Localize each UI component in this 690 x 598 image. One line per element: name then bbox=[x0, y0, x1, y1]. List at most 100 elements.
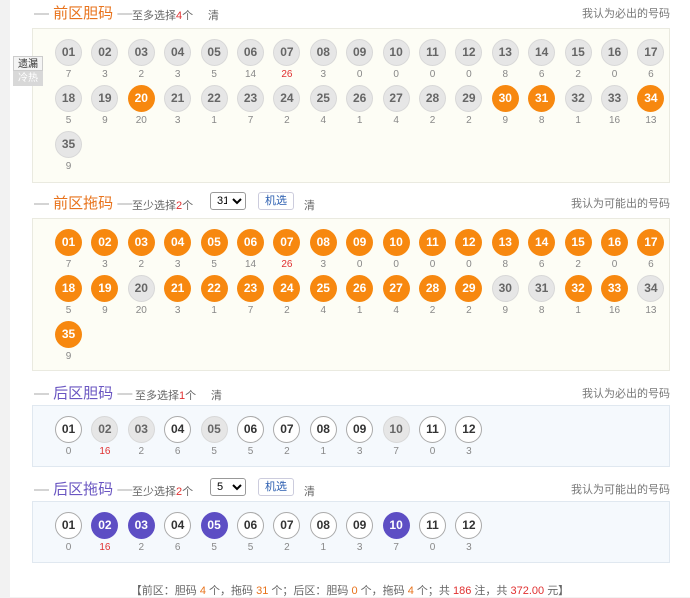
ball-fd-30[interactable]: 30 bbox=[491, 85, 519, 112]
ball-ft-35[interactable]: 35 bbox=[55, 321, 82, 348]
ball-bd-07[interactable]: 07 bbox=[273, 416, 301, 443]
ball-fd-12[interactable]: 12 bbox=[455, 39, 483, 66]
ball-ft-01[interactable]: 01 bbox=[55, 229, 82, 256]
tab-hot-cold[interactable]: 冷热 bbox=[13, 71, 43, 86]
ball-ft-10[interactable]: 10 bbox=[382, 229, 410, 256]
ball-ft-26[interactable]: 26 bbox=[346, 275, 374, 302]
ball-fd-31[interactable]: 31 bbox=[528, 85, 556, 112]
ball-ft-12[interactable]: 12 bbox=[455, 229, 483, 256]
ball-ft-21[interactable]: 21 bbox=[164, 275, 192, 302]
ball-fd-02[interactable]: 02 bbox=[91, 39, 119, 66]
ball-bd-05[interactable]: 05 bbox=[200, 416, 228, 443]
back-tuo-count-select[interactable]: 5 bbox=[210, 478, 246, 496]
ball-bd-11[interactable]: 11 bbox=[419, 416, 446, 443]
ball-fd-33[interactable]: 33 bbox=[601, 85, 628, 112]
ball-ft-14[interactable]: 14 bbox=[528, 229, 556, 256]
ball-fd-01[interactable]: 01 bbox=[55, 39, 82, 66]
ball-fd-21[interactable]: 21 bbox=[164, 85, 192, 112]
ball-ft-06[interactable]: 06 bbox=[237, 229, 264, 256]
front-tuo-count-select[interactable]: 31 bbox=[210, 192, 246, 210]
ball-bt-01[interactable]: 01 bbox=[55, 512, 82, 539]
ball-fd-08[interactable]: 08 bbox=[309, 39, 337, 66]
ball-fd-09[interactable]: 09 bbox=[346, 39, 374, 66]
ball-ft-27[interactable]: 27 bbox=[382, 275, 410, 302]
ball-ft-03[interactable]: 03 bbox=[127, 229, 155, 256]
ball-bt-07[interactable]: 07 bbox=[273, 512, 301, 539]
ball-ft-16[interactable]: 16 bbox=[601, 229, 628, 256]
ball-ft-28[interactable]: 28 bbox=[419, 275, 446, 302]
ball-ft-34[interactable]: 34 bbox=[637, 275, 665, 302]
ball-ft-04[interactable]: 04 bbox=[164, 229, 192, 256]
ball-ft-31[interactable]: 31 bbox=[528, 275, 556, 302]
ball-fd-18[interactable]: 18 bbox=[55, 85, 82, 112]
ball-fd-10[interactable]: 10 bbox=[382, 39, 410, 66]
ball-fd-32[interactable]: 32 bbox=[564, 85, 592, 112]
ball-fd-14[interactable]: 14 bbox=[528, 39, 556, 66]
ball-bt-04[interactable]: 04 bbox=[164, 512, 192, 539]
ball-fd-29[interactable]: 29 bbox=[455, 85, 483, 112]
ball-ft-07[interactable]: 07 bbox=[273, 229, 301, 256]
ball-ft-23[interactable]: 23 bbox=[237, 275, 264, 302]
ball-ft-13[interactable]: 13 bbox=[491, 229, 519, 256]
front-tuo-random-button[interactable]: 机选 bbox=[258, 192, 294, 210]
ball-bd-08[interactable]: 08 bbox=[309, 416, 337, 443]
ball-bd-03[interactable]: 03 bbox=[127, 416, 155, 443]
ball-bd-01[interactable]: 01 bbox=[55, 416, 82, 443]
ball-ft-19[interactable]: 19 bbox=[91, 275, 119, 302]
ball-fd-27[interactable]: 27 bbox=[382, 85, 410, 112]
front-tuo-clear-button[interactable]: 清 bbox=[304, 197, 315, 213]
ball-ft-20[interactable]: 20 bbox=[127, 275, 155, 302]
ball-fd-28[interactable]: 28 bbox=[419, 85, 446, 112]
ball-ft-24[interactable]: 24 bbox=[273, 275, 301, 302]
ball-ft-05[interactable]: 05 bbox=[200, 229, 228, 256]
ball-ft-32[interactable]: 32 bbox=[564, 275, 592, 302]
ball-ft-25[interactable]: 25 bbox=[309, 275, 337, 302]
ball-ft-33[interactable]: 33 bbox=[601, 275, 628, 302]
ball-bd-12[interactable]: 12 bbox=[455, 416, 483, 443]
ball-bd-04[interactable]: 04 bbox=[164, 416, 192, 443]
ball-fd-05[interactable]: 05 bbox=[200, 39, 228, 66]
ball-fd-34[interactable]: 34 bbox=[637, 85, 665, 112]
ball-bt-10[interactable]: 10 bbox=[382, 512, 410, 539]
ball-fd-19[interactable]: 19 bbox=[91, 85, 119, 112]
ball-ft-30[interactable]: 30 bbox=[491, 275, 519, 302]
ball-bt-08[interactable]: 08 bbox=[309, 512, 337, 539]
ball-bt-02[interactable]: 02 bbox=[91, 512, 119, 539]
ball-bt-11[interactable]: 11 bbox=[419, 512, 446, 539]
ball-ft-22[interactable]: 22 bbox=[200, 275, 228, 302]
ball-fd-13[interactable]: 13 bbox=[491, 39, 519, 66]
ball-ft-11[interactable]: 11 bbox=[419, 229, 446, 256]
ball-ft-08[interactable]: 08 bbox=[309, 229, 337, 256]
ball-fd-17[interactable]: 17 bbox=[637, 39, 665, 66]
ball-fd-23[interactable]: 23 bbox=[237, 85, 264, 112]
ball-bt-12[interactable]: 12 bbox=[455, 512, 483, 539]
back-dan-clear-button[interactable]: 清 bbox=[211, 387, 222, 403]
ball-bt-06[interactable]: 06 bbox=[237, 512, 264, 539]
ball-ft-29[interactable]: 29 bbox=[455, 275, 483, 302]
ball-bd-06[interactable]: 06 bbox=[237, 416, 264, 443]
back-tuo-random-button[interactable]: 机选 bbox=[258, 478, 294, 496]
ball-fd-35[interactable]: 35 bbox=[55, 131, 82, 158]
ball-ft-18[interactable]: 18 bbox=[55, 275, 82, 302]
ball-bd-09[interactable]: 09 bbox=[346, 416, 374, 443]
ball-bt-09[interactable]: 09 bbox=[346, 512, 374, 539]
ball-fd-24[interactable]: 24 bbox=[273, 85, 301, 112]
ball-fd-04[interactable]: 04 bbox=[164, 39, 192, 66]
ball-fd-11[interactable]: 11 bbox=[419, 39, 446, 66]
ball-bd-10[interactable]: 10 bbox=[382, 416, 410, 443]
ball-fd-20[interactable]: 20 bbox=[127, 85, 155, 112]
front-dan-clear-button[interactable]: 清 bbox=[208, 7, 219, 23]
ball-bt-05[interactable]: 05 bbox=[200, 512, 228, 539]
ball-fd-22[interactable]: 22 bbox=[200, 85, 228, 112]
ball-fd-07[interactable]: 07 bbox=[273, 39, 301, 66]
ball-fd-06[interactable]: 06 bbox=[237, 39, 264, 66]
ball-fd-16[interactable]: 16 bbox=[601, 39, 628, 66]
ball-fd-03[interactable]: 03 bbox=[127, 39, 155, 66]
ball-fd-15[interactable]: 15 bbox=[564, 39, 592, 66]
ball-ft-17[interactable]: 17 bbox=[637, 229, 665, 256]
ball-fd-25[interactable]: 25 bbox=[309, 85, 337, 112]
ball-bd-02[interactable]: 02 bbox=[91, 416, 119, 443]
back-tuo-clear-button[interactable]: 清 bbox=[304, 483, 315, 499]
ball-ft-09[interactable]: 09 bbox=[346, 229, 374, 256]
ball-ft-02[interactable]: 02 bbox=[91, 229, 119, 256]
